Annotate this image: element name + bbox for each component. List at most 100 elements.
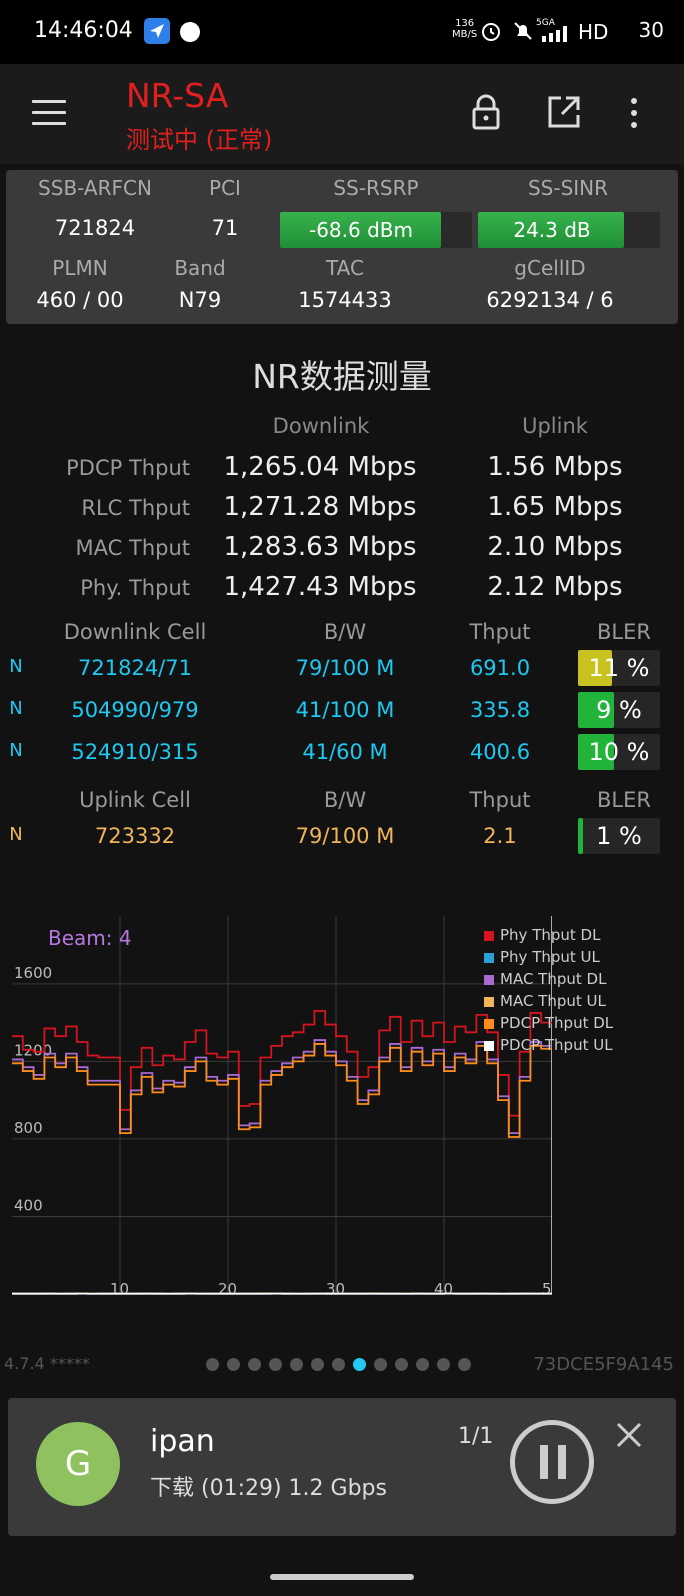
cell-thput: 335.8 bbox=[469, 698, 531, 722]
pci-value: 71 bbox=[211, 216, 239, 240]
plmn-value: 460 / 00 bbox=[36, 288, 124, 312]
page-dot[interactable] bbox=[269, 1358, 282, 1371]
x-tick-label: 50 bbox=[542, 1280, 552, 1298]
y-tick-label: 1600 bbox=[14, 964, 52, 982]
uplink-cell-header: Uplink Cell bbox=[79, 788, 191, 812]
legend-item: PDCP Thput DL bbox=[484, 1012, 613, 1034]
pause-button[interactable] bbox=[510, 1420, 594, 1504]
cell-thput: 2.1 bbox=[483, 824, 517, 848]
app-version: 4.7.4 ***** bbox=[4, 1354, 90, 1373]
avatar: G bbox=[36, 1422, 120, 1506]
page-indicator[interactable] bbox=[206, 1356, 479, 1375]
ssb-arfcn-label: SSB-ARFCN bbox=[38, 176, 152, 200]
page-dot[interactable] bbox=[353, 1358, 366, 1371]
section-title: NR数据测量 bbox=[252, 357, 432, 396]
app-title: NR-SA bbox=[126, 76, 229, 115]
status-time: 14:46:04 bbox=[34, 18, 133, 43]
page-dot[interactable] bbox=[206, 1358, 219, 1371]
lock-icon[interactable] bbox=[466, 92, 506, 132]
ss-sinr-value: 24.3 dB bbox=[513, 218, 591, 242]
downlink-cell-header: Downlink Cell bbox=[63, 620, 207, 644]
page-dot[interactable] bbox=[332, 1358, 345, 1371]
cell-thput: 691.0 bbox=[469, 656, 531, 680]
uplink-thput-header: Thput bbox=[469, 788, 531, 812]
page-dot[interactable] bbox=[458, 1358, 471, 1371]
legend-label: PDCP Thput DL bbox=[500, 1014, 614, 1032]
page-dot[interactable] bbox=[416, 1358, 429, 1371]
app-status: 测试中 (正常) bbox=[126, 126, 273, 154]
mute-icon bbox=[512, 20, 534, 46]
measurement-label: RLC Thput bbox=[81, 496, 190, 520]
pause-bar-left bbox=[540, 1445, 548, 1479]
cell-bandwidth: 79/100 M bbox=[295, 656, 395, 680]
pci-label: PCI bbox=[209, 176, 241, 200]
downlink-thput-header: Thput bbox=[469, 620, 531, 644]
menu-icon[interactable] bbox=[32, 100, 66, 126]
legend-swatch bbox=[484, 1018, 494, 1029]
page-dot[interactable] bbox=[437, 1358, 450, 1371]
legend-label: MAC Thput DL bbox=[500, 970, 607, 988]
legend-swatch bbox=[484, 996, 494, 1007]
page-dot[interactable] bbox=[395, 1358, 408, 1371]
band-value: N79 bbox=[178, 288, 222, 312]
page-dot[interactable] bbox=[290, 1358, 303, 1371]
network-speed-value: 136 bbox=[455, 18, 475, 29]
navigation-arrow-icon bbox=[144, 18, 170, 44]
signal-icon bbox=[542, 26, 568, 46]
measurement-downlink-value: 1,427.43 Mbps bbox=[223, 572, 417, 602]
y-tick-label: 400 bbox=[14, 1196, 43, 1214]
open-external-icon[interactable] bbox=[544, 92, 584, 132]
uplink-bler-header: BLER bbox=[597, 788, 651, 812]
battery-level: 30 bbox=[638, 18, 664, 42]
network-speed-unit: MB/S bbox=[452, 29, 478, 40]
notification-subtitle: 下载 (01:29) 1.2 Gbps bbox=[150, 1476, 387, 1501]
page-dot[interactable] bbox=[248, 1358, 261, 1371]
legend-item: Phy Thput DL bbox=[484, 924, 613, 946]
legend-item: PDCP Thput UL bbox=[484, 1034, 613, 1056]
legend-item: Phy Thput UL bbox=[484, 946, 613, 968]
network-speed: 136 MB/S bbox=[452, 18, 477, 40]
plmn-label: PLMN bbox=[52, 256, 108, 280]
more-options-icon[interactable] bbox=[628, 96, 640, 132]
hd-indicator: HD bbox=[578, 20, 609, 44]
uplink-bw-header: B/W bbox=[323, 788, 367, 812]
alarm-icon bbox=[480, 20, 502, 46]
downlink-header: Downlink bbox=[272, 414, 370, 438]
notification-dot-icon bbox=[180, 22, 200, 42]
legend-swatch bbox=[484, 930, 494, 941]
page-dot[interactable] bbox=[311, 1358, 324, 1371]
measurement-uplink-value: 2.12 Mbps bbox=[487, 572, 623, 602]
notification-title: ipan bbox=[150, 1424, 215, 1459]
close-icon[interactable] bbox=[612, 1418, 646, 1452]
measurement-uplink-value: 1.65 Mbps bbox=[487, 492, 623, 522]
gesture-bar[interactable] bbox=[270, 1574, 414, 1580]
cell-tag: N bbox=[9, 740, 23, 761]
bler-value: 1 % bbox=[596, 822, 642, 850]
ss-rsrp-value: -68.6 dBm bbox=[308, 218, 413, 242]
x-tick-label: 30 bbox=[326, 1280, 345, 1298]
cell-id: 723332 bbox=[94, 824, 176, 848]
cell-bandwidth: 79/100 M bbox=[295, 824, 395, 848]
legend-label: MAC Thput UL bbox=[500, 992, 606, 1010]
tac-label: TAC bbox=[326, 256, 364, 280]
measurement-downlink-value: 1,265.04 Mbps bbox=[223, 452, 417, 482]
pause-bar-right bbox=[558, 1445, 566, 1479]
cell-bandwidth: 41/100 M bbox=[295, 698, 395, 722]
legend-swatch bbox=[484, 952, 494, 963]
ssb-arfcn-value: 721824 bbox=[54, 216, 136, 240]
band-label: Band bbox=[174, 256, 226, 280]
downlink-bler-header: BLER bbox=[597, 620, 651, 644]
legend-label: PDCP Thput UL bbox=[500, 1036, 613, 1054]
beam-annotation: Beam: 4 bbox=[48, 926, 132, 950]
y-tick-label: 800 bbox=[14, 1119, 43, 1137]
cell-tag: N bbox=[9, 698, 23, 719]
legend-swatch bbox=[484, 1040, 494, 1051]
cell-hex-id: 73DCE5F9A145 bbox=[533, 1354, 674, 1375]
cell-id: 524910/315 bbox=[71, 740, 199, 764]
page-dot[interactable] bbox=[374, 1358, 387, 1371]
throughput-chart: 400800120016001020304050 bbox=[12, 916, 552, 1298]
downlink-bw-header: B/W bbox=[323, 620, 367, 644]
bler-value: 10 % bbox=[588, 738, 650, 766]
bler-value: 9 % bbox=[596, 696, 642, 724]
page-dot[interactable] bbox=[227, 1358, 240, 1371]
